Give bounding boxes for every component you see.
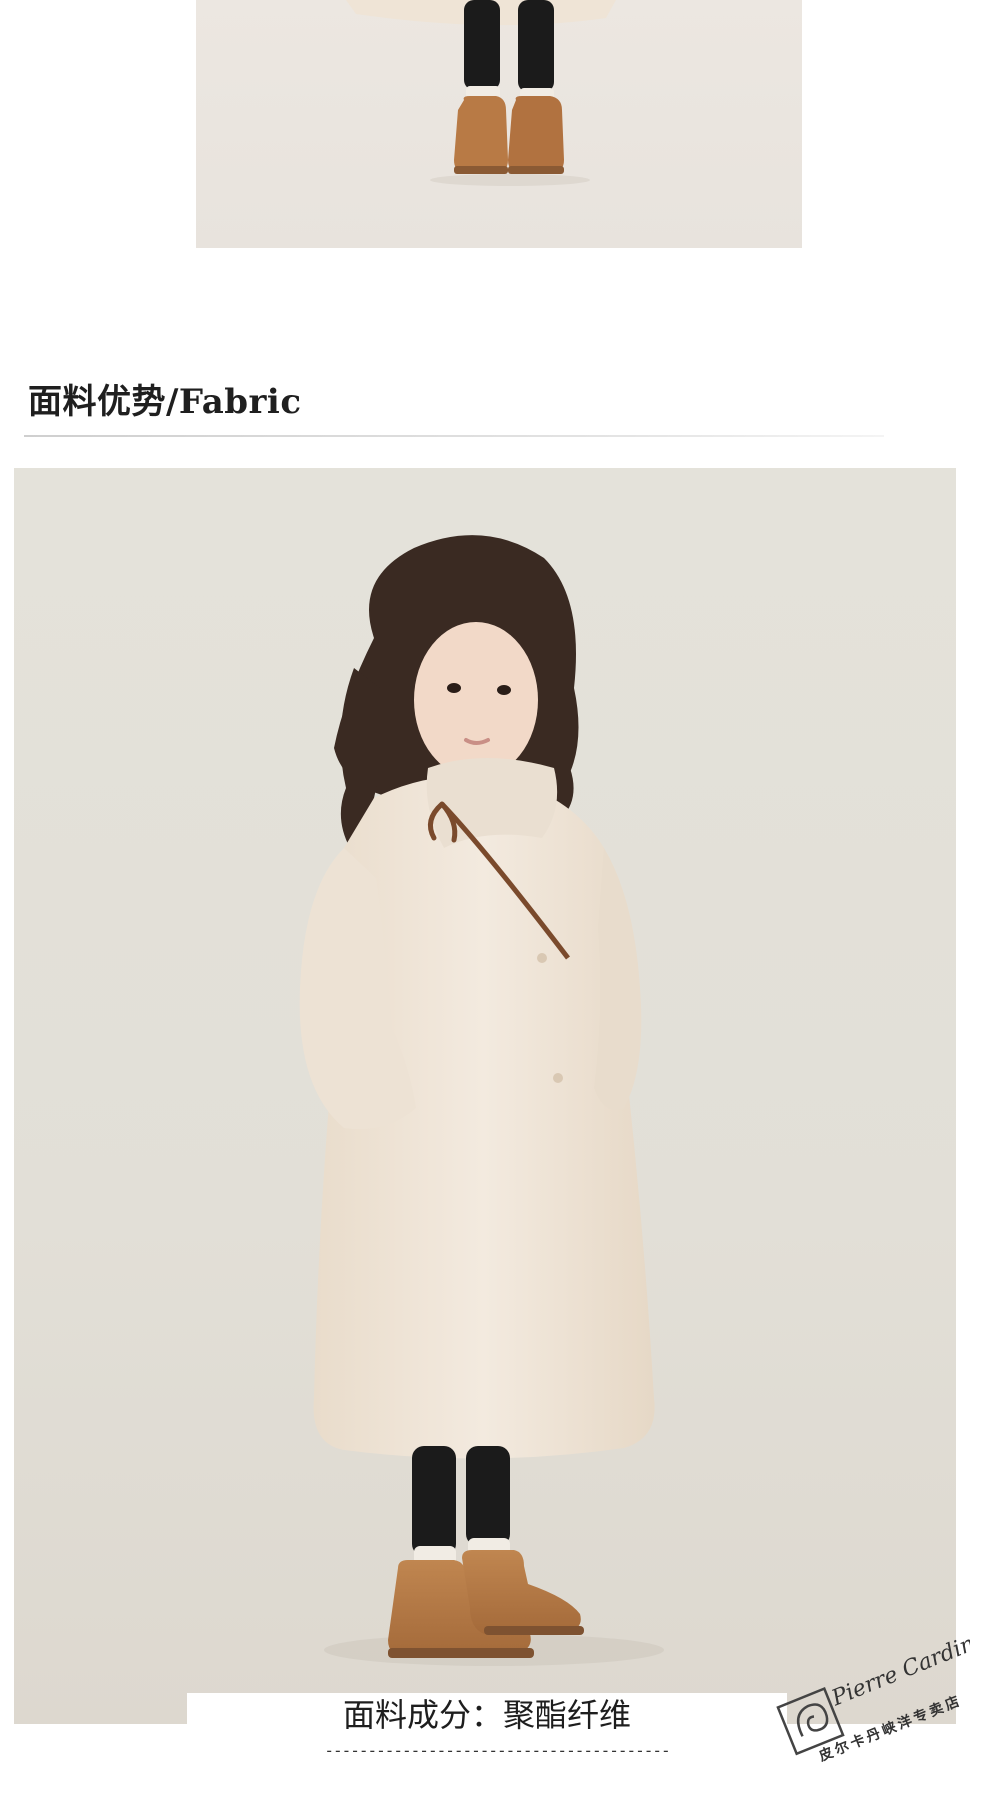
brand-watermark: Pierre Cardin 皮尔卡丹峡洋专卖店 [770,1620,978,1770]
product-photo-main-illustration [299,535,664,1666]
product-photo-main [14,468,956,1724]
product-photo-top-illustration [346,0,616,186]
product-photo-top [196,0,802,248]
fabric-caption-panel: 面料成分：聚酯纤维 ------------------------------… [187,1693,787,1797]
dashed-separator: ---------------------------------------- [324,1741,670,1760]
section-title: 面料优势/Fabric [28,382,302,422]
pierre-cardin-logo-icon: Pierre Cardin 皮尔卡丹峡洋专卖店 [776,1631,978,1765]
fabric-composition-text: 面料成分：聚酯纤维 [342,1696,631,1734]
title-divider [24,435,884,437]
